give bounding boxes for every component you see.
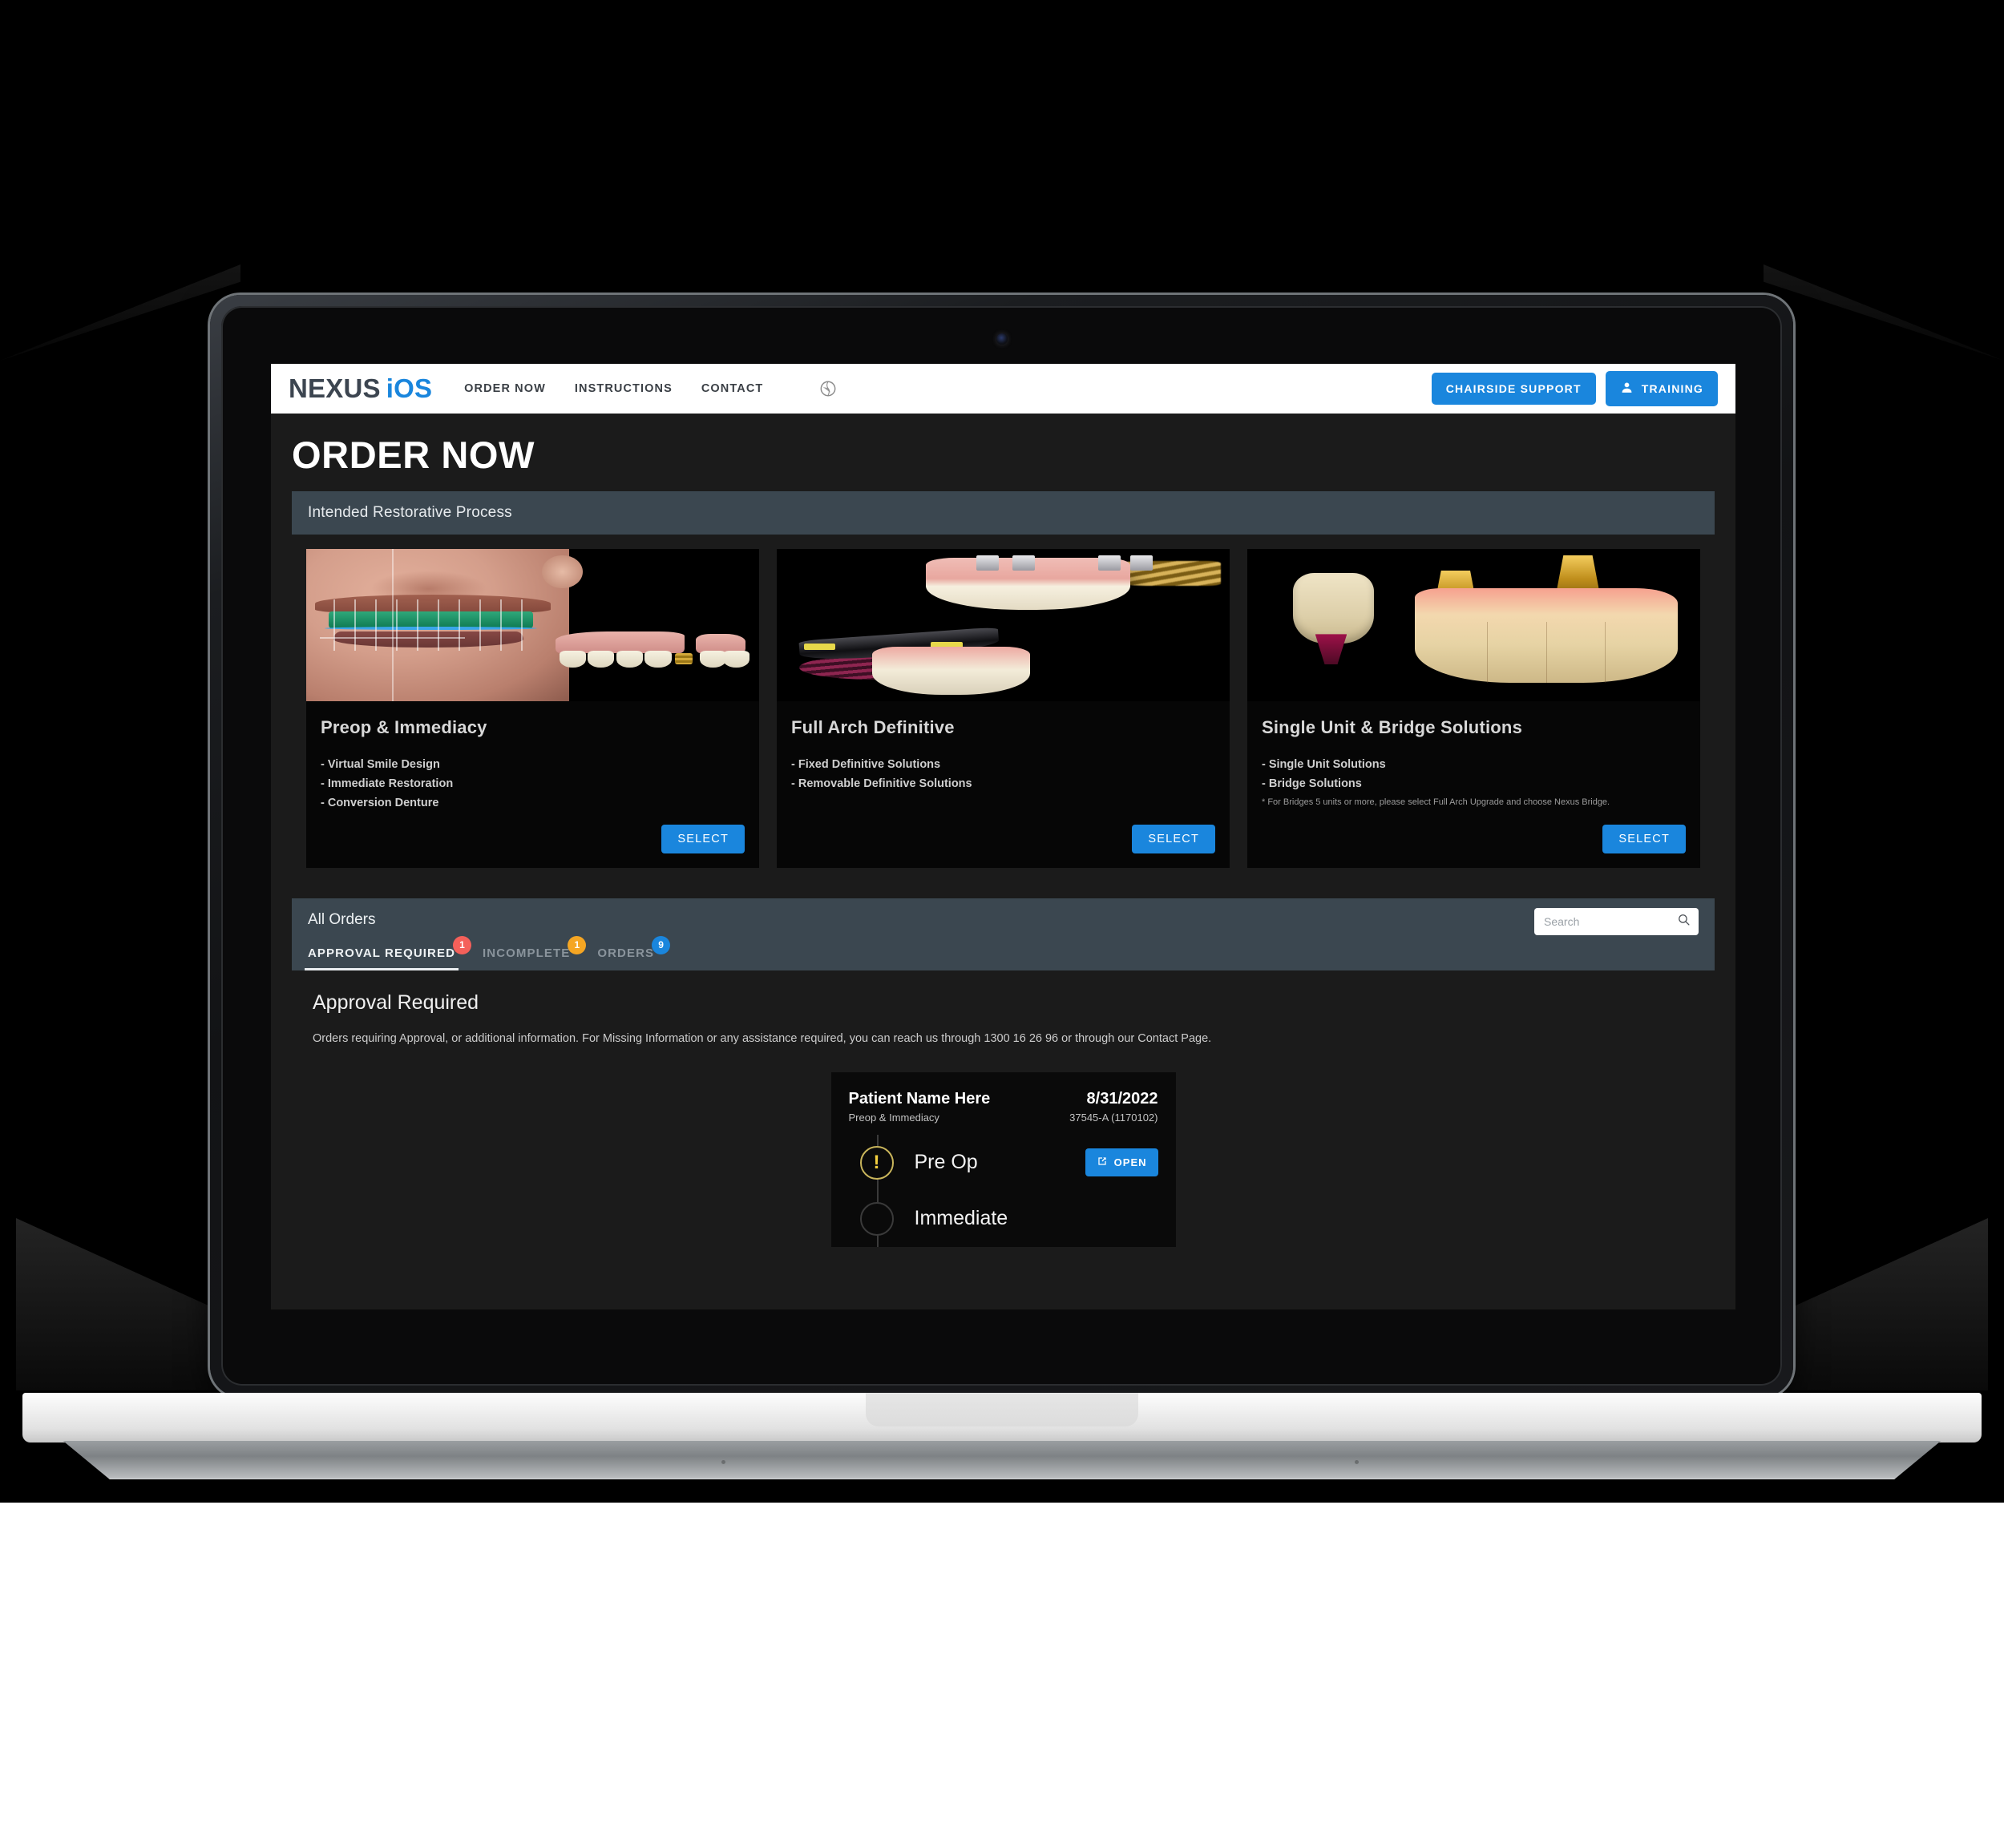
tab-approval-required[interactable]: APPROVAL REQUIRED 1: [304, 935, 472, 970]
card-preop-immediacy[interactable]: Preop & Immediacy - Virtual Smile Design…: [306, 549, 759, 868]
page-title-bar: ORDER NOW: [271, 414, 1735, 491]
order-code: 37545-A (1170102): [1069, 1111, 1158, 1124]
laptop-base-foot: [1355, 1460, 1359, 1464]
circle-icon: o: [859, 1201, 894, 1236]
order-card-wrapper: Patient Name Here Preop & Immediacy 8/31…: [313, 1071, 1694, 1247]
card-image-preop: [306, 549, 759, 701]
globe-icon[interactable]: [819, 380, 837, 397]
restorative-cards: Preop & Immediacy - Virtual Smile Design…: [292, 535, 1715, 886]
card-full-arch-definitive[interactable]: Full Arch Definitive - Fixed Definitive …: [777, 549, 1230, 868]
search-icon[interactable]: [1677, 913, 1691, 930]
card-bullet: - Conversion Denture: [321, 796, 439, 809]
all-orders-panel: All Orders Search APPROVAL REQUIRED 1 IN…: [292, 898, 1715, 1247]
laptop-lid: NEXUSiOS ORDER NOW INSTRUCTIONS CONTACT: [210, 295, 1793, 1397]
select-button-single-unit[interactable]: SELECT: [1602, 824, 1686, 853]
brand-logo-secondary: iOS: [386, 373, 433, 403]
screenshot-stage: NEXUSiOS ORDER NOW INSTRUCTIONS CONTACT: [0, 0, 2004, 1848]
card-text-full-arch: Full Arch Definitive - Fixed Definitive …: [777, 701, 1230, 813]
card-title-full-arch: Full Arch Definitive: [791, 717, 955, 737]
nav-actions: CHAIRSIDE SUPPORT TRAINING: [1431, 371, 1718, 406]
tab-badge-incomplete: 1: [568, 935, 587, 954]
card-footer-full-arch: SELECT: [777, 813, 1230, 868]
person-icon: [1620, 381, 1634, 397]
open-button[interactable]: OPEN: [1085, 1148, 1158, 1177]
card-bullet: - Fixed Definitive Solutions: [791, 758, 941, 771]
select-button-full-arch[interactable]: SELECT: [1132, 824, 1215, 853]
card-title-single-unit: Single Unit & Bridge Solutions: [1262, 717, 1522, 737]
order-process: Preop & Immediacy: [848, 1111, 939, 1124]
card-note-single-unit: * For Bridges 5 units or more, please se…: [1262, 797, 1610, 807]
timeline-step-label: Pre Op: [914, 1151, 978, 1174]
order-card[interactable]: Patient Name Here Preop & Immediacy 8/31…: [830, 1071, 1176, 1247]
brand-logo[interactable]: NEXUS iOS: [289, 373, 432, 404]
orders-body: Approval Required Orders requiring Appro…: [292, 970, 1715, 1247]
select-button-preop[interactable]: SELECT: [661, 824, 745, 853]
orders-title: All Orders: [308, 910, 376, 928]
tab-label: INCOMPLETE: [483, 946, 571, 960]
card-bullet: - Bridge Solutions: [1262, 777, 1362, 790]
tab-incomplete[interactable]: INCOMPLETE 1: [483, 935, 587, 970]
nav-link-contact[interactable]: CONTACT: [701, 382, 764, 395]
open-button-label: OPEN: [1113, 1156, 1147, 1169]
restorative-process-panel: Intended Restorative Process Preop & Imm…: [292, 491, 1715, 886]
orders-tabs: APPROVAL REQUIRED 1 INCOMPLETE 1 ORDERS …: [304, 935, 1699, 970]
webcam-icon: [996, 333, 1008, 345]
card-bullet: - Removable Definitive Solutions: [791, 777, 972, 790]
card-image-full-arch: [777, 549, 1230, 701]
tab-badge-approval-required: 1: [453, 935, 472, 954]
card-image-single-unit: [1247, 549, 1700, 701]
laptop-base-foot: [721, 1460, 725, 1464]
nav-links: ORDER NOW INSTRUCTIONS CONTACT: [464, 380, 837, 397]
nav-link-instructions[interactable]: INSTRUCTIONS: [575, 382, 673, 395]
card-text-preop: Preop & Immediacy - Virtual Smile Design…: [306, 701, 759, 813]
laptop-screen: NEXUSiOS ORDER NOW INSTRUCTIONS CONTACT: [271, 364, 1735, 1309]
search-input[interactable]: [1544, 914, 1677, 928]
card-bullet: - Single Unit Solutions: [1262, 758, 1386, 771]
brand-logo-primary: NEXUS: [289, 373, 381, 403]
tab-label: APPROVAL REQUIRED: [308, 946, 456, 960]
top-navbar: NEXUSiOS ORDER NOW INSTRUCTIONS CONTACT: [271, 364, 1735, 414]
tab-label: ORDERS: [597, 946, 655, 960]
order-date: 8/31/2022: [1086, 1089, 1158, 1108]
external-link-icon: [1097, 1156, 1108, 1169]
laptop-bezel: NEXUSiOS ORDER NOW INSTRUCTIONS CONTACT: [221, 306, 1782, 1386]
card-bullet: - Virtual Smile Design: [321, 758, 440, 771]
timeline-step-label: Immediate: [914, 1207, 1008, 1230]
warning-icon: !: [859, 1145, 894, 1180]
restorative-panel-header: Intended Restorative Process: [292, 491, 1715, 535]
tab-orders[interactable]: ORDERS 9: [597, 935, 671, 970]
search-box[interactable]: [1534, 907, 1699, 935]
card-text-single-unit: Single Unit & Bridge Solutions - Single …: [1247, 701, 1700, 813]
nav-link-order-now[interactable]: ORDER NOW: [464, 382, 546, 395]
chairside-support-button[interactable]: CHAIRSIDE SUPPORT: [1431, 373, 1596, 405]
card-footer-preop: SELECT: [306, 813, 759, 868]
search-wrapper: [1534, 907, 1699, 935]
timeline-step-immediate[interactable]: o Immediate: [859, 1191, 1158, 1247]
laptop-base-notch: [866, 1393, 1138, 1426]
order-patient-name: Patient Name Here: [848, 1089, 991, 1108]
training-button-label: TRAINING: [1641, 382, 1703, 395]
laptop-base-front: [63, 1441, 1941, 1479]
order-timeline: ! Pre Op OPEN Immediate: [849, 1134, 1158, 1247]
card-single-unit-bridge[interactable]: Single Unit & Bridge Solutions - Single …: [1247, 549, 1700, 868]
order-card-header: Patient Name Here Preop & Immediacy 8/31…: [849, 1090, 1158, 1124]
tab-badge-orders: 9: [652, 935, 671, 954]
page-title: ORDER NOW: [292, 434, 535, 476]
card-title-preop: Preop & Immediacy: [321, 717, 487, 737]
web-app: NEXUSiOS ORDER NOW INSTRUCTIONS CONTACT: [271, 364, 1735, 1309]
orders-content-description: Orders requiring Approval, or additional…: [313, 1031, 1212, 1045]
card-bullet: - Immediate Restoration: [321, 777, 454, 790]
card-footer-single-unit: SELECT: [1247, 813, 1700, 868]
training-button[interactable]: TRAINING: [1605, 371, 1718, 406]
timeline-step-pre-op[interactable]: ! Pre Op OPEN: [859, 1135, 1158, 1191]
orders-header: All Orders Search APPROVAL REQUIRED 1 IN…: [292, 898, 1715, 970]
orders-content-heading: Approval Required: [313, 991, 479, 1014]
